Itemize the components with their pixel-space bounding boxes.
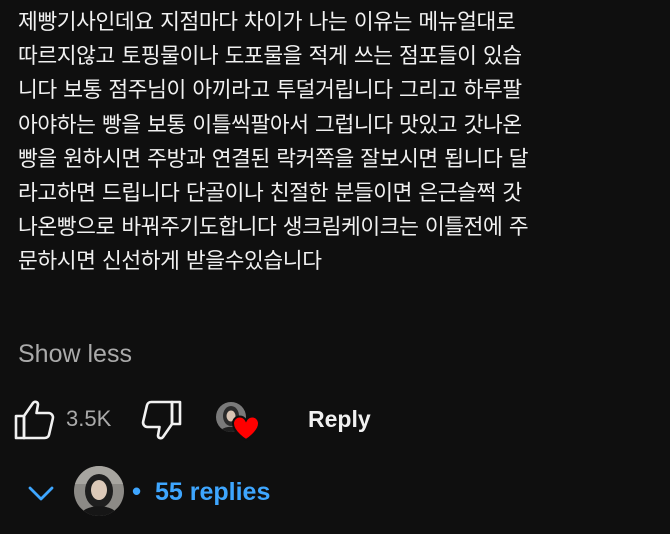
like-button[interactable] <box>12 396 58 442</box>
chevron-down-icon <box>28 486 54 501</box>
comment-line: 문하시면 신선하게 받을수있습니다 <box>18 249 322 275</box>
comment-line: 니다 보통 점주님이 아끼라고 투덜거립니다 그리고 하루팔 <box>18 78 522 104</box>
dot-separator: • <box>132 476 142 506</box>
like-count: 3.5K <box>66 406 112 431</box>
comment-text: 제빵기사인데요 지점마다 차이가 나는 이유는 메뉴얼대로 따르지않고 토핑물이… <box>18 6 662 280</box>
reply-button[interactable]: Reply <box>298 396 381 442</box>
thumbs-down-icon <box>141 400 182 440</box>
replies-count: 55 replies <box>155 478 271 506</box>
dislike-button[interactable] <box>140 396 186 442</box>
creator-heart-badge <box>214 400 264 446</box>
heart-icon <box>231 415 261 442</box>
show-less-button[interactable]: Show less <box>18 337 132 371</box>
view-replies-button[interactable]: • 55 replies <box>0 462 670 522</box>
comment-line: 따르지않고 토핑물이나 도포물을 적게 쓰는 점포들이 있습 <box>18 44 522 70</box>
comment-line: 제빵기사인데요 지점마다 차이가 나는 이유는 메뉴얼대로 <box>18 10 516 35</box>
comment-line: 아야하는 빵을 보통 이틀씩팔아서 그럽니다 맛있고 갓나온 <box>18 112 522 138</box>
comment-line: 라고하면 드립니다 단골이나 친절한 분들이면 은근슬쩍 갓 <box>18 181 522 207</box>
comment-line: 나온빵으로 바꿔주기도합니다 생크림케이크는 이틀전에 주 <box>18 215 529 241</box>
thumbs-up-icon <box>14 400 55 440</box>
comment-line: 빵을 원하시면 주방과 연결된 락커쪽을 잘보시면 됩니다 달 <box>18 146 529 172</box>
comment-action-bar: 3.5K Reply <box>0 394 670 446</box>
replier-avatar <box>74 466 124 516</box>
